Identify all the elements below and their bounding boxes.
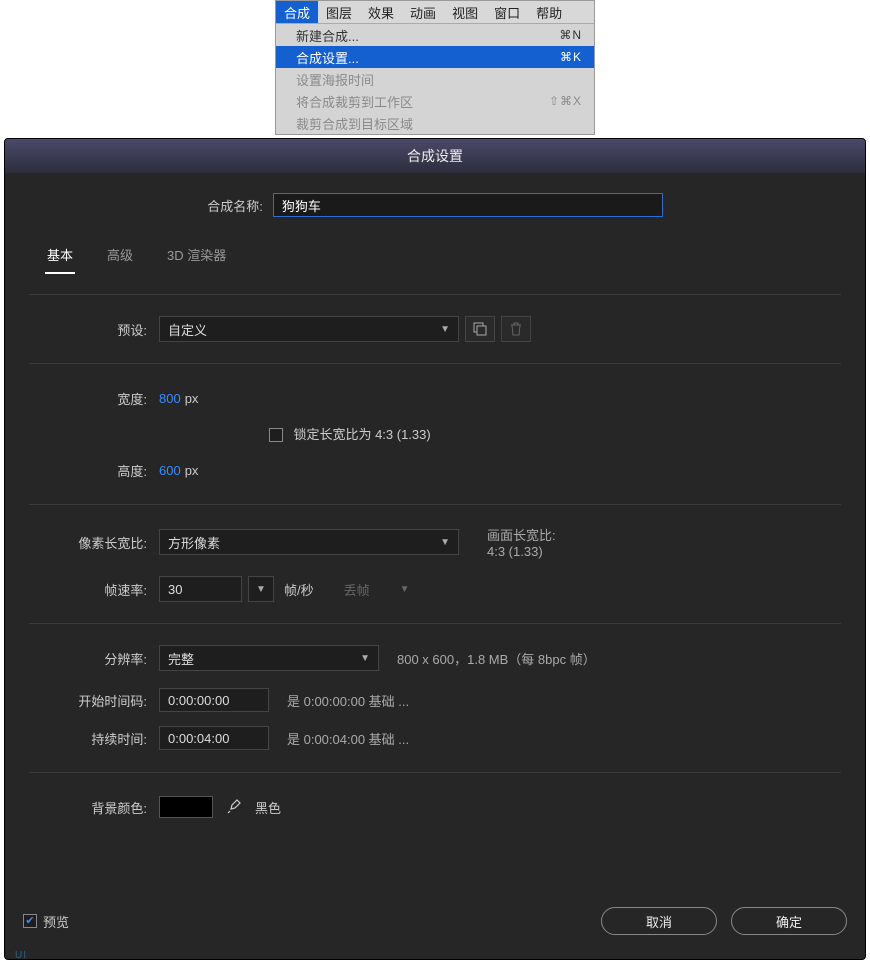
settings-tabs: 基本高级 3D 渲染器 bbox=[29, 241, 841, 274]
save-preset-icon[interactable] bbox=[465, 316, 495, 342]
menu-图层[interactable]: 图层 bbox=[318, 1, 360, 23]
frame-aspect-value: 4:3 (1.33) bbox=[487, 544, 556, 559]
lock-aspect-label: 锁定长宽比为 4:3 (1.33) bbox=[293, 427, 430, 442]
dropframe-label: 丢帧 bbox=[344, 580, 370, 599]
height-value[interactable]: 600 bbox=[159, 463, 181, 478]
composition-settings-dialog: 合成设置 合成名称: 基本高级 3D 渲染器 预设: 自定义 ▼ bbox=[4, 138, 866, 960]
dialog-titlebar: 合成设置 bbox=[5, 139, 865, 173]
menu-item: 将合成裁剪到工作区⇧⌘X bbox=[276, 90, 594, 112]
tab-2[interactable]: 3D 渲染器 bbox=[165, 241, 228, 274]
tab-1[interactable]: 高级 bbox=[105, 241, 135, 274]
bgcolor-label: 背景颜色: bbox=[29, 798, 159, 817]
framerate-label: 帧速率: bbox=[29, 580, 159, 599]
composition-menu-dropdown: 新建合成...⌘N合成设置...⌘K设置海报时间将合成裁剪到工作区⇧⌘X裁剪合成… bbox=[276, 23, 594, 134]
duration-input[interactable] bbox=[159, 726, 269, 750]
menubar: 合成图层效果动画视图窗口帮助 新建合成...⌘N合成设置...⌘K设置海报时间将… bbox=[275, 0, 595, 135]
menu-窗口[interactable]: 窗口 bbox=[486, 1, 528, 23]
tab-0[interactable]: 基本 bbox=[45, 241, 75, 274]
bgcolor-swatch[interactable] bbox=[159, 796, 213, 818]
cancel-button[interactable]: 取消 bbox=[601, 907, 717, 935]
dialog-title: 合成设置 bbox=[407, 146, 463, 166]
menu-效果[interactable]: 效果 bbox=[360, 1, 402, 23]
composition-name-input[interactable] bbox=[273, 193, 663, 217]
lock-aspect-checkbox[interactable] bbox=[269, 428, 283, 442]
menu-视图[interactable]: 视图 bbox=[444, 1, 486, 23]
resolution-dropdown[interactable]: 完整 ▼ bbox=[159, 645, 379, 671]
start-timecode-label: 开始时间码: bbox=[29, 691, 159, 710]
chevron-down-icon: ▼ bbox=[360, 653, 370, 664]
menu-动画[interactable]: 动画 bbox=[402, 1, 444, 23]
frame-aspect-label: 画面长宽比: bbox=[487, 525, 556, 544]
chevron-down-icon: ▼ bbox=[256, 584, 266, 595]
framerate-dropdown[interactable]: ▼ bbox=[248, 576, 274, 602]
menu-item: 设置海报时间 bbox=[276, 68, 594, 90]
menu-帮助[interactable]: 帮助 bbox=[528, 1, 570, 23]
resolution-info: 800 x 600，1.8 MB（每 8bpc 帧） bbox=[397, 649, 596, 668]
chevron-down-icon: ▼ bbox=[440, 537, 450, 548]
duration-info: 是 0:00:04:00 基础 ... bbox=[287, 729, 409, 748]
ok-button[interactable]: 确定 bbox=[731, 907, 847, 935]
bgcolor-name: 黑色 bbox=[255, 798, 281, 817]
chevron-down-icon: ▼ bbox=[440, 324, 450, 335]
preview-label: 预览 bbox=[43, 912, 69, 931]
eyedropper-icon[interactable] bbox=[221, 794, 247, 820]
trash-icon[interactable] bbox=[501, 316, 531, 342]
pixel-aspect-label: 像素长宽比: bbox=[29, 533, 159, 552]
pixel-aspect-dropdown[interactable]: 方形像素 ▼ bbox=[159, 529, 459, 555]
chevron-down-icon: ▼ bbox=[400, 584, 410, 595]
resolution-label: 分辨率: bbox=[29, 649, 159, 668]
preview-checkbox[interactable] bbox=[23, 914, 37, 928]
start-timecode-info: 是 0:00:00:00 基础 ... bbox=[287, 691, 409, 710]
watermark: UI bbox=[5, 949, 865, 959]
width-value[interactable]: 800 bbox=[159, 391, 181, 406]
height-label: 高度: bbox=[29, 461, 159, 480]
preset-dropdown[interactable]: 自定义 ▼ bbox=[159, 316, 459, 342]
start-timecode-input[interactable] bbox=[159, 688, 269, 712]
menu-item[interactable]: 合成设置...⌘K bbox=[276, 46, 594, 68]
framerate-input[interactable]: 30 bbox=[159, 576, 242, 602]
width-label: 宽度: bbox=[29, 389, 159, 408]
menu-item: 裁剪合成到目标区域 bbox=[276, 112, 594, 134]
menu-合成[interactable]: 合成 bbox=[276, 1, 318, 23]
preset-label: 预设: bbox=[29, 320, 159, 339]
duration-label: 持续时间: bbox=[29, 729, 159, 748]
menu-item[interactable]: 新建合成...⌘N bbox=[276, 24, 594, 46]
composition-name-label: 合成名称: bbox=[207, 196, 263, 215]
